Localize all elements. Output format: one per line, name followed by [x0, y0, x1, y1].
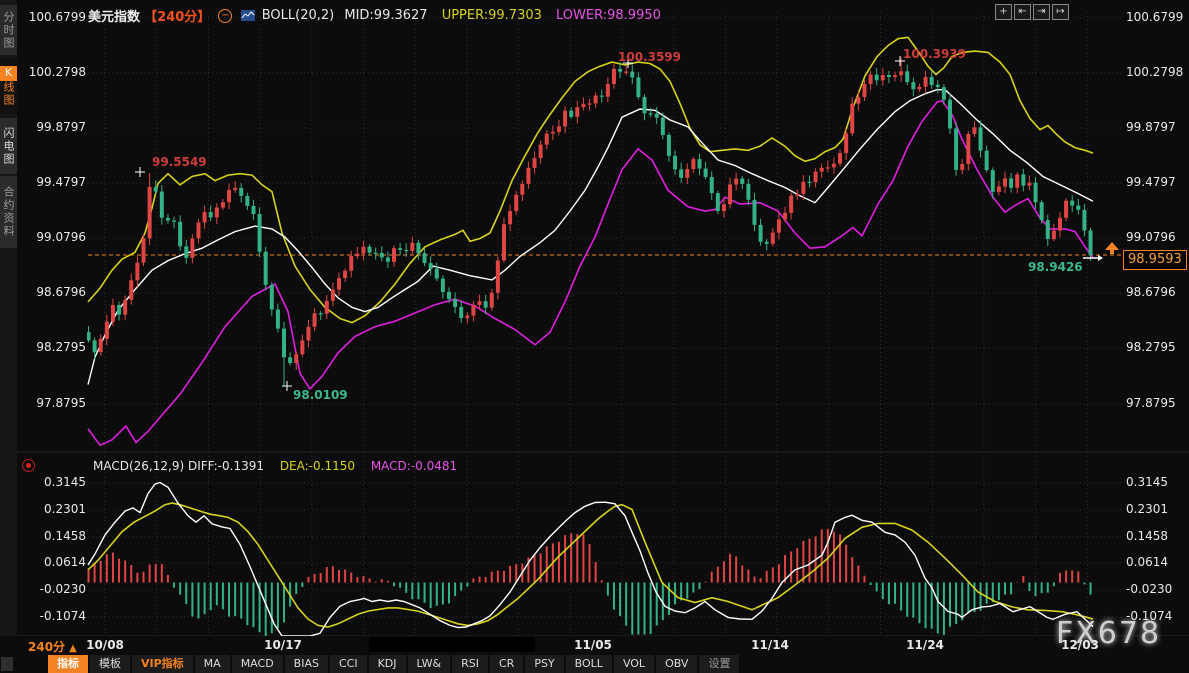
- price-label-left: 97.8795: [20, 396, 86, 410]
- fx678-watermark: FX678: [1056, 616, 1161, 651]
- price-label-left: 99.0796: [20, 230, 86, 244]
- boll-lower-value: LOWER:98.9950: [556, 8, 661, 23]
- sidebar-tab-4[interactable]: 合约资料: [0, 176, 17, 248]
- trading-terminal: 分时图 K线图闪电图合约资料 美元指数 【240分】 − BOLL(20,2) M…: [0, 0, 1189, 673]
- price-label-right: 99.0796: [1126, 230, 1176, 244]
- sidebar-tab-1[interactable]: 分时图: [0, 5, 17, 55]
- toolbar-item-VOL[interactable]: VOL: [614, 655, 654, 673]
- price-label-right: 100.6799: [1126, 10, 1183, 24]
- price-label-right: 99.8797: [1126, 120, 1176, 134]
- toolbar-grip[interactable]: [1, 657, 13, 671]
- price-label-right: 100.2798: [1126, 65, 1183, 79]
- macd-label-left: 0.2301: [20, 502, 86, 516]
- chart-type-icon[interactable]: [241, 10, 255, 21]
- toolbar-item-LW&[interactable]: LW&: [408, 655, 451, 673]
- date-label: 11/05: [574, 638, 612, 652]
- price-label-left: 99.8797: [20, 120, 86, 134]
- price-label-right: 98.2795: [1126, 340, 1176, 354]
- symbol-name: 美元指数: [88, 10, 140, 25]
- sidebar-tab-2[interactable]: K线图: [0, 58, 17, 114]
- macd-label-left: 0.3145: [20, 475, 86, 489]
- boll-label: BOLL(20,2): [262, 8, 335, 23]
- price-label-left: 98.2795: [20, 340, 86, 354]
- active-tab-head: K: [0, 66, 17, 81]
- toolbar-item-模板[interactable]: 模板: [90, 655, 130, 673]
- toolbar-item-KDJ[interactable]: KDJ: [369, 655, 406, 673]
- annotation-high-2: 100.3599: [618, 50, 681, 64]
- active-tab-rest: 线图: [2, 81, 15, 107]
- macd-label-right: 0.0614: [1126, 555, 1168, 569]
- price-label-right: 97.8795: [1126, 396, 1176, 410]
- annotation-high-1: 99.5549: [152, 155, 207, 169]
- price-label-left: 99.4797: [20, 175, 86, 189]
- indicator-settings-icon[interactable]: [22, 459, 35, 472]
- price-label-right: 98.6796: [1126, 285, 1176, 299]
- date-label: 10/08: [86, 638, 124, 652]
- chart-control-icons: +⇤⇥↦: [995, 4, 1069, 20]
- date-label: 11/24: [906, 638, 944, 652]
- price-label-left: 100.2798: [20, 65, 86, 79]
- macd-label-left: -0.1074: [20, 609, 86, 623]
- date-axis: 10/0810/1711/0511/1411/2412/03: [0, 636, 1189, 655]
- price-label-right: 99.4797: [1126, 175, 1176, 189]
- toolbar-item-指标[interactable]: 指标: [48, 655, 88, 673]
- zoom-in-icon[interactable]: ⇥: [1033, 4, 1050, 20]
- macd-label-right: 0.3145: [1126, 475, 1168, 489]
- toolbar-item-CR[interactable]: CR: [490, 655, 523, 673]
- macd-label-right: -0.0230: [1126, 582, 1172, 596]
- annotation-high-3: 100.3939: [903, 47, 966, 61]
- toolbar-item-OBV[interactable]: OBV: [656, 655, 697, 673]
- macd-label-right: 0.2301: [1126, 502, 1168, 516]
- period-label: 【240分】: [144, 10, 210, 25]
- zoom-out-icon[interactable]: ⇤: [1014, 4, 1031, 20]
- boll-upper-value: UPPER:99.7303: [442, 8, 542, 23]
- toolbar-item-设置[interactable]: 设置: [699, 655, 739, 673]
- indicator-toolbar: 指标模板VIP指标MAMACDBIASCCIKDJLW&RSICRPSYBOLL…: [48, 655, 741, 673]
- toolbar-item-PSY[interactable]: PSY: [525, 655, 563, 673]
- macd-name-and-diff: MACD(26,12,9) DIFF:-0.1391: [93, 459, 264, 473]
- sidebar: 分时图 K线图闪电图合约资料: [0, 0, 17, 655]
- annotation-low-2: 98.9426: [1028, 260, 1083, 274]
- toolbar-item-CCI[interactable]: CCI: [330, 655, 367, 673]
- macd-header: MACD(26,12,9) DIFF:-0.1391 DEA:-0.1150 M…: [93, 459, 457, 473]
- macd-label-left: 0.1458: [20, 529, 86, 543]
- toolbar-item-BIAS[interactable]: BIAS: [285, 655, 328, 673]
- macd-value: MACD:-0.0481: [371, 459, 457, 473]
- minus-circle-icon[interactable]: −: [218, 9, 232, 23]
- pan-icon[interactable]: +: [995, 4, 1012, 20]
- price-label-left: 98.6796: [20, 285, 86, 299]
- macd-dea-value: DEA:-0.1150: [280, 459, 355, 473]
- date-label: 11/14: [751, 638, 789, 652]
- chart-header: 美元指数 【240分】 − BOLL(20,2) MID:99.3627 UPP…: [88, 6, 661, 22]
- sidebar-tab-3[interactable]: 闪电图: [0, 118, 17, 174]
- boll-mid-value: MID:99.3627: [344, 8, 427, 23]
- shift-right-icon[interactable]: ↦: [1052, 4, 1069, 20]
- macd-label-left: -0.0230: [20, 582, 86, 596]
- toolbar-item-VIP指标[interactable]: VIP指标: [132, 655, 193, 673]
- chart-canvas[interactable]: [0, 0, 1189, 655]
- annotation-low-1: 98.0109: [293, 388, 348, 402]
- last-price-box: 98.9593: [1123, 250, 1187, 270]
- macd-label-left: 0.0614: [20, 555, 86, 569]
- timeframe-label[interactable]: 240分▲: [28, 638, 77, 655]
- date-label: 10/17: [264, 638, 302, 652]
- blackout-box: [369, 637, 535, 652]
- macd-label-right: 0.1458: [1126, 529, 1168, 543]
- triangle-up-icon: ▲: [69, 643, 77, 654]
- toolbar-item-MA[interactable]: MA: [195, 655, 230, 673]
- toolbar-item-MACD[interactable]: MACD: [232, 655, 283, 673]
- toolbar-item-RSI[interactable]: RSI: [452, 655, 488, 673]
- price-label-left: 100.6799: [20, 10, 86, 24]
- toolbar-item-BOLL[interactable]: BOLL: [566, 655, 612, 673]
